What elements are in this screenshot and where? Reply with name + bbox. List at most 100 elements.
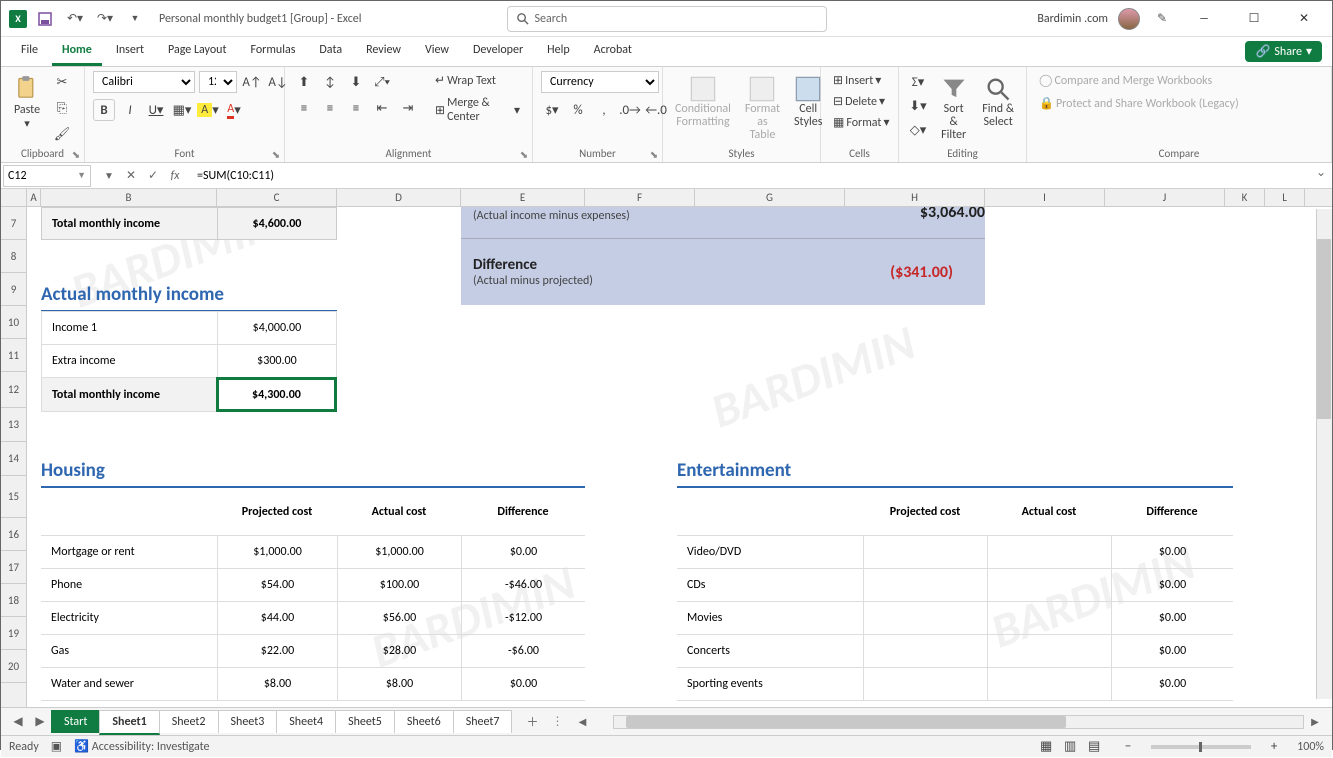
col-e[interactable]: E	[461, 189, 585, 206]
cell[interactable]	[987, 668, 1111, 700]
cell[interactable]: Total monthly income	[42, 208, 217, 239]
orientation-icon[interactable]: ⤢▾	[371, 71, 393, 93]
cell[interactable]: $28.00	[337, 635, 461, 667]
tab-help[interactable]: Help	[537, 37, 580, 66]
cell[interactable]: $22.00	[217, 635, 337, 667]
redo-icon[interactable]: ↷▾	[93, 7, 117, 31]
row-header[interactable]: 13	[1, 408, 26, 442]
cell[interactable]: $8.00	[337, 668, 461, 700]
fill-icon[interactable]: ⬇▾	[907, 95, 929, 117]
zoom-slider[interactable]	[1151, 745, 1251, 749]
cell[interactable]: Sporting events	[677, 668, 863, 700]
col-j[interactable]: J	[1105, 189, 1225, 206]
cell[interactable]: -$12.00	[461, 602, 585, 634]
cell[interactable]: Water and sewer	[41, 668, 217, 700]
horizontal-scrollbar[interactable]	[613, 715, 1304, 729]
zoom-in-icon[interactable]: +	[1263, 736, 1285, 758]
row-header[interactable]: 19	[1, 617, 26, 650]
find-select-button[interactable]: Find & Select	[978, 71, 1018, 133]
cell[interactable]	[987, 536, 1111, 568]
pen-icon[interactable]: ✎	[1150, 7, 1174, 31]
cell[interactable]: $3,064.00	[885, 207, 985, 222]
clipboard-launcher[interactable]: ⬊	[70, 148, 82, 160]
col-h[interactable]: H	[845, 189, 985, 206]
number-launcher[interactable]: ⬊	[648, 148, 660, 160]
row-header[interactable]: 20	[1, 650, 26, 683]
cell[interactable]: $56.00	[337, 602, 461, 634]
cell[interactable]: Projected cost	[863, 491, 987, 533]
row-header[interactable]: 17	[1, 551, 26, 584]
sheet-tab[interactable]: Sheet6	[394, 710, 454, 733]
tab-data[interactable]: Data	[309, 37, 352, 66]
cell[interactable]: $4,000.00	[217, 312, 336, 344]
cell[interactable]: Mortgage or rent	[41, 536, 217, 568]
cell[interactable]: -$6.00	[461, 635, 585, 667]
autosum-icon[interactable]: Σ▾	[907, 71, 929, 93]
cell[interactable]	[987, 569, 1111, 601]
increase-font-icon[interactable]: A↑	[241, 71, 263, 93]
percent-icon[interactable]: %	[567, 99, 589, 121]
sheet-tab[interactable]: Sheet7	[453, 710, 513, 733]
row-header[interactable]: 18	[1, 584, 26, 617]
wrap-text-button[interactable]: ↵ Wrap Text	[431, 71, 524, 90]
underline-button[interactable]: U▾	[145, 99, 167, 121]
align-top-icon[interactable]: ⬆	[293, 71, 315, 93]
cell[interactable]: Electricity	[41, 602, 217, 634]
sheet-tab[interactable]: Sheet1	[99, 710, 159, 735]
tab-insert[interactable]: Insert	[106, 37, 154, 66]
confirm-icon[interactable]: ✓	[143, 166, 163, 186]
row-header[interactable]: 11	[1, 339, 26, 372]
col-i[interactable]: I	[985, 189, 1105, 206]
tab-home[interactable]: Home	[52, 37, 102, 66]
row-header[interactable]: 9	[1, 273, 26, 306]
grid[interactable]: 7891011121314151617181920 BARDIMIN BARDI…	[1, 207, 1332, 707]
row-header[interactable]: 16	[1, 518, 26, 551]
cell[interactable]: Movies	[677, 602, 863, 634]
row-header[interactable]: 7	[1, 207, 26, 240]
cell[interactable]: Income 1	[42, 312, 217, 344]
cell[interactable]: $0.00	[1111, 635, 1233, 667]
format-as-table-button[interactable]: Format as Table	[741, 71, 784, 147]
sort-filter-button[interactable]: Sort & Filter	[935, 71, 972, 147]
cell[interactable]: $1,000.00	[217, 536, 337, 568]
cell[interactable]	[987, 635, 1111, 667]
cell[interactable]: $4,600.00	[217, 208, 336, 239]
cell[interactable]: Difference	[1111, 491, 1233, 533]
sheet-tab[interactable]: Sheet2	[159, 710, 219, 733]
inc-decimal-icon[interactable]: .0→	[619, 99, 641, 121]
select-all-corner[interactable]	[1, 189, 27, 206]
font-name-select[interactable]: Calibri	[93, 71, 195, 93]
cell[interactable]: (Actual minus projected)	[473, 274, 890, 288]
cancel-icon[interactable]: ✕	[121, 166, 141, 186]
comma-icon[interactable]: ,	[593, 99, 615, 121]
col-f[interactable]: F	[585, 189, 695, 206]
col-l[interactable]: L	[1265, 189, 1305, 206]
cell[interactable]: $0.00	[1111, 536, 1233, 568]
selected-cell[interactable]: $4,300.00	[217, 378, 336, 411]
cell[interactable]: Actual cost	[987, 491, 1111, 533]
format-cells-button[interactable]: ▦ Format ▾	[829, 113, 893, 132]
cut-icon[interactable]: ✂	[51, 71, 73, 93]
tab-file[interactable]: File	[11, 37, 48, 66]
tab-acrobat[interactable]: Acrobat	[584, 37, 642, 66]
italic-button[interactable]: I	[119, 99, 141, 121]
indent-inc-icon[interactable]: ⇥	[397, 97, 419, 119]
cell[interactable]: -$46.00	[461, 569, 585, 601]
row-header[interactable]: 15	[1, 476, 26, 518]
merge-center-button[interactable]: ⊞ Merge & Center ▾	[431, 94, 524, 126]
cell[interactable]: Actual cost	[337, 491, 461, 533]
save-icon[interactable]	[33, 7, 57, 31]
cell[interactable]: $100.00	[337, 569, 461, 601]
user-name[interactable]: Bardimin .com	[1037, 12, 1108, 26]
collapse-ribbon-icon[interactable]: ⌄	[1316, 165, 1330, 179]
cell[interactable]	[987, 602, 1111, 634]
cell[interactable]: Gas	[41, 635, 217, 667]
sheet-tab-start[interactable]: Start	[51, 710, 100, 733]
cell[interactable]: $0.00	[1111, 602, 1233, 634]
alignment-launcher[interactable]: ⬊	[518, 148, 530, 160]
section-heading[interactable]: Actual monthly income	[41, 283, 224, 306]
vertical-scrollbar[interactable]	[1316, 209, 1332, 699]
zoom-out-icon[interactable]: −	[1117, 736, 1139, 758]
format-painter-icon[interactable]: 🖌	[51, 123, 73, 145]
close-button[interactable]: ✕	[1284, 5, 1324, 33]
